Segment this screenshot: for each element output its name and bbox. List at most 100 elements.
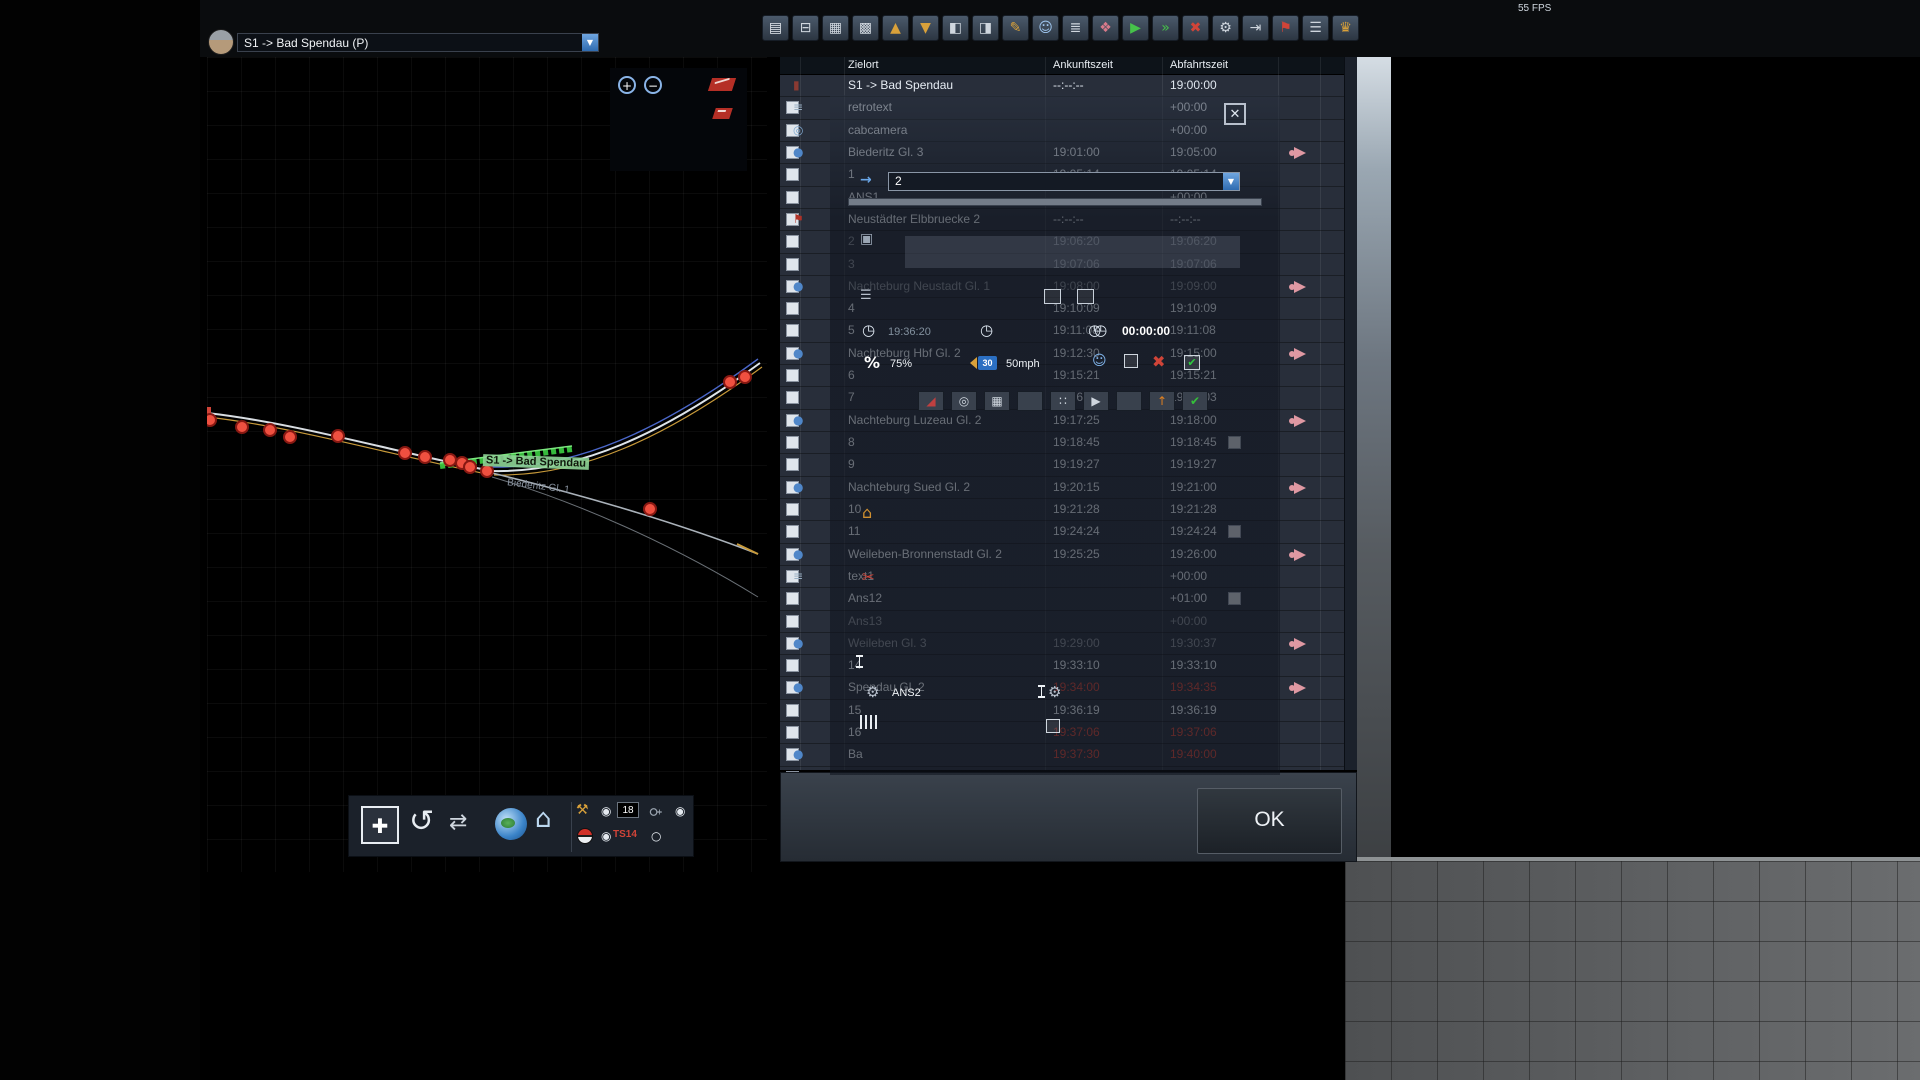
row-checkbox[interactable] [786,369,799,383]
horn-icon[interactable] [1288,280,1306,293]
gradient-marker-icon[interactable] [707,78,737,91]
waypoint-dot[interactable] [331,429,345,443]
waypoint-dot[interactable] [283,430,297,444]
gear-icon[interactable]: ⚙ [866,683,879,701]
zoom-in-icon[interactable]: + [618,76,636,94]
gradient-tool-icon[interactable]: ◢ [918,391,944,411]
blank-tool-icon[interactable] [1017,391,1043,411]
film-tool-icon[interactable]: ▦ [984,391,1010,411]
row-checkbox[interactable] [786,324,799,338]
chevron-down-icon[interactable]: ▼ [582,34,598,51]
row-checkbox[interactable] [786,168,799,182]
dots-tool-icon[interactable]: ∷ [1050,391,1076,411]
large-grid-icon[interactable]: ▩ [852,15,879,41]
double-clock-icon[interactable]: ◷◷ [1088,321,1107,339]
waypoint-dot[interactable] [443,453,457,467]
waypoint-dot[interactable] [643,502,657,516]
row-checkbox[interactable] [786,391,799,405]
globe-tool-icon[interactable] [495,808,527,840]
mini-option-box[interactable] [1044,289,1061,304]
radio-empty[interactable]: ○ [651,829,661,843]
radio-key[interactable]: ◉ [675,804,685,818]
red-cross-icon[interactable]: ✖ [1152,352,1165,371]
paint-tool-icon[interactable]: ✎ [1002,15,1029,41]
waypoint-dot[interactable] [738,370,752,384]
duration-field[interactable]: 00:00:00 [1122,324,1170,338]
waypoint-dot[interactable] [418,450,432,464]
horn-icon[interactable] [1288,637,1306,650]
platform-dropdown[interactable]: 2 ▼ [888,172,1240,191]
radio-ball[interactable]: ◉ [601,829,611,843]
delete-icon[interactable]: ⊟ [792,15,819,41]
gradient-edit-icon[interactable] [712,108,733,119]
waypoint-dot[interactable] [263,423,277,437]
move-tool-icon[interactable]: ✚ [361,806,399,844]
translate-tool-icon[interactable]: ⇄ [449,810,467,835]
tools-icon[interactable]: ⚒ [576,802,589,818]
performance-percent[interactable]: 75% [890,358,912,370]
add-driver-icon[interactable]: ☺ [1032,15,1059,41]
pokeball-icon[interactable] [577,828,593,844]
green-check-icon[interactable]: ✔ [1182,391,1208,411]
timetable-row[interactable]: ▮ S1 -> Bad Spendau --:--:-- 19:00:00 [780,75,1357,98]
row-checkbox[interactable] [786,726,799,740]
clock-icon[interactable]: ◷ [980,321,993,339]
waypoint-dot[interactable] [480,464,494,478]
clock-icon[interactable]: ◷ [862,321,875,339]
waypoint-dot[interactable] [723,375,737,389]
mini-option-box[interactable] [1077,289,1094,304]
close-icon[interactable]: ✕ [1224,103,1246,125]
horn-icon[interactable] [1288,347,1306,360]
key-icon[interactable]: ♀ [648,807,664,817]
row-checkbox[interactable] [786,302,799,316]
gear-icon[interactable]: ⚙ [1048,683,1061,701]
split-left-icon[interactable]: ◧ [942,15,969,41]
row-checkbox[interactable] [786,436,799,449]
horn-icon[interactable] [1288,414,1306,427]
red-flag-icon[interactable]: ⚑ [1272,15,1299,41]
camera-tool-icon[interactable]: ◎ [951,391,977,411]
rotate-tool-icon[interactable]: ↺ [409,804,434,839]
row-checkbox[interactable] [786,235,799,249]
row-checkbox[interactable] [786,458,799,472]
service-selector-dropdown[interactable]: S1 -> Bad Spendau (P) ▼ [237,33,599,52]
waypoint-dot[interactable] [398,446,412,460]
row-checkbox[interactable] [786,502,799,516]
option-checkbox[interactable] [1046,719,1060,733]
row-checkbox[interactable] [786,659,799,673]
speed-value[interactable]: 50mph [1006,358,1040,370]
exit-editor-icon[interactable]: ⇥ [1242,15,1269,41]
orange-up-icon[interactable]: ↑ [1149,391,1175,411]
home-tool-icon[interactable]: ⌂ [535,804,552,834]
raise-terrain-icon[interactable]: ▲ [882,15,909,41]
small-grid-icon[interactable]: ▦ [822,15,849,41]
waypoint-dot[interactable] [235,420,249,434]
row-checkbox[interactable] [786,614,799,628]
fast-forward-icon[interactable]: » [1152,15,1179,41]
texture-palette-icon[interactable]: ❖ [1092,15,1119,41]
chevron-down-icon[interactable]: ▼ [1223,173,1239,190]
lower-terrain-icon[interactable]: ▼ [912,15,939,41]
row-checkbox[interactable] [786,525,799,539]
waypoint-dot[interactable] [463,460,477,474]
track-map-panel[interactable]: + − S1 -> Bad Spendau Biederitz Gl. 1 ✚ … [207,57,767,872]
row-checkbox[interactable] [786,190,799,204]
ok-button[interactable]: OK [1197,788,1342,854]
radio-tools[interactable]: ◉ [601,804,611,818]
straw-hat-icon[interactable]: ♛ [1332,15,1359,41]
row-checkbox[interactable] [786,592,799,606]
split-right-icon[interactable]: ◨ [972,15,999,41]
green-check-icon[interactable]: ✔ [1184,355,1200,370]
row-checkbox[interactable] [786,703,799,717]
horn-icon[interactable] [1288,481,1306,494]
waypoint-dot[interactable] [207,413,217,427]
row-checkbox[interactable] [786,257,799,271]
horn-icon[interactable] [1288,682,1306,695]
horn-icon[interactable] [1288,548,1306,561]
display-board-icon[interactable]: ☰ [1302,15,1329,41]
value-box[interactable]: 18 [617,802,639,818]
edit-timetable-icon[interactable]: ≣ [1062,15,1089,41]
save-icon[interactable]: ▤ [762,15,789,41]
play-next-icon[interactable]: ▶ [1083,391,1109,411]
place-marker-icon[interactable]: ▶ [1122,15,1149,41]
